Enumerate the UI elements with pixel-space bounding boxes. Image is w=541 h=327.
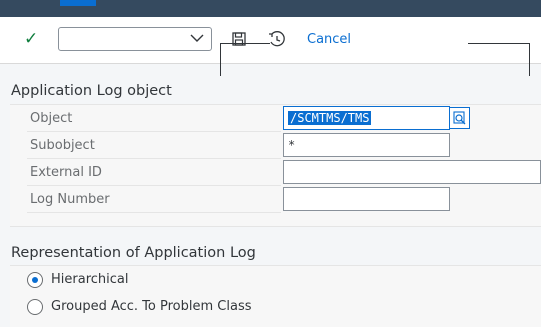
representation-title: Representation of Application Log — [11, 245, 256, 261]
radio-hierarchical-label[interactable]: Hierarchical — [51, 272, 128, 287]
toolbar: ✓ Cancel — [0, 17, 541, 64]
subobject-field[interactable]: * — [283, 133, 450, 157]
object-label: Object — [30, 111, 73, 126]
row-separator — [27, 185, 281, 186]
object-field[interactable]: /SCMTMS/TMS — [283, 106, 450, 130]
external-id-field[interactable] — [283, 160, 541, 184]
log-number-label: Log Number — [30, 192, 110, 207]
row-separator — [27, 131, 281, 132]
app-log-object-title: Application Log object — [11, 83, 172, 99]
variant-dropdown[interactable] — [58, 27, 212, 51]
value-help-button[interactable] — [449, 107, 470, 129]
row-separator — [27, 212, 281, 213]
radio-grouped[interactable] — [27, 299, 43, 315]
external-id-label: External ID — [30, 165, 102, 180]
cancel-button[interactable]: Cancel — [307, 32, 351, 47]
chevron-down-icon — [190, 34, 204, 42]
value-help-icon — [453, 111, 466, 125]
subobject-label: Subobject — [30, 138, 95, 153]
radio-grouped-label[interactable]: Grouped Acc. To Problem Class — [51, 299, 251, 314]
checkmark-icon[interactable]: ✓ — [24, 30, 38, 48]
row-separator — [27, 158, 281, 159]
bracket-line — [220, 43, 270, 76]
shell-brand-strip — [60, 0, 96, 6]
history-icon[interactable] — [268, 31, 286, 48]
shell-header — [0, 0, 541, 17]
bracket-line — [468, 43, 530, 76]
radio-hierarchical[interactable] — [27, 272, 43, 288]
object-field-value: /SCMTMS/TMS — [288, 111, 372, 125]
log-number-field[interactable] — [283, 187, 450, 211]
